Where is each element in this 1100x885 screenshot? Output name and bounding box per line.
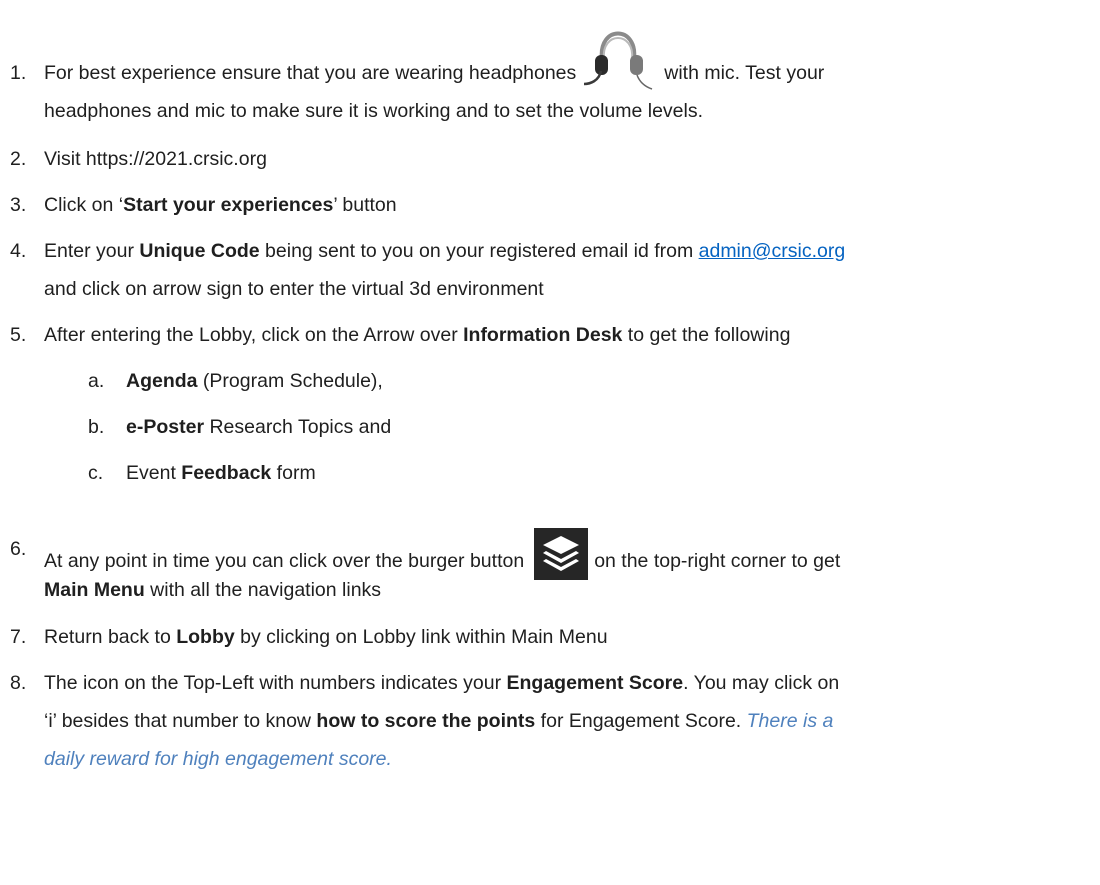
information-desk-label: Information Desk xyxy=(463,324,623,346)
unique-code-label: Unique Code xyxy=(139,240,260,262)
daily-reward-note: There is a xyxy=(746,710,834,732)
headset-icon xyxy=(582,11,654,93)
how-to-score-label: how to score the points xyxy=(316,710,536,732)
step-2-text: Visit https://2021.crsic.org xyxy=(44,148,267,170)
step-number: 1. xyxy=(10,62,27,84)
layers-icon xyxy=(534,528,589,580)
start-experiences-label: Start your experiences xyxy=(123,194,334,216)
step-number: 3. xyxy=(10,194,27,216)
step-number: 6. xyxy=(10,538,27,560)
lobby-label: Lobby xyxy=(176,626,235,648)
step-number: 2. xyxy=(10,148,27,170)
step-1-text-part1: For best experience ensure that you are … xyxy=(44,62,577,84)
step-1-text-part2: with mic. Test your xyxy=(664,62,825,84)
instructions-document: 1. For best experience ensure that you a… xyxy=(0,0,1100,885)
engagement-score-label: Engagement Score xyxy=(506,672,684,694)
main-menu-label: Main Menu xyxy=(44,579,145,601)
step-number: 7. xyxy=(10,626,27,648)
daily-reward-note-line2: daily reward for high engagement score. xyxy=(44,748,392,770)
step-number: 4. xyxy=(10,240,27,262)
admin-email-link[interactable]: admin@crsic.org xyxy=(699,240,846,262)
step-4-text-line2: and click on arrow sign to enter the vir… xyxy=(44,278,544,300)
step-number: 5. xyxy=(10,324,27,346)
step-number: 8. xyxy=(10,672,27,694)
step-1-text-line2: headphones and mic to make sure it is wo… xyxy=(44,100,704,122)
